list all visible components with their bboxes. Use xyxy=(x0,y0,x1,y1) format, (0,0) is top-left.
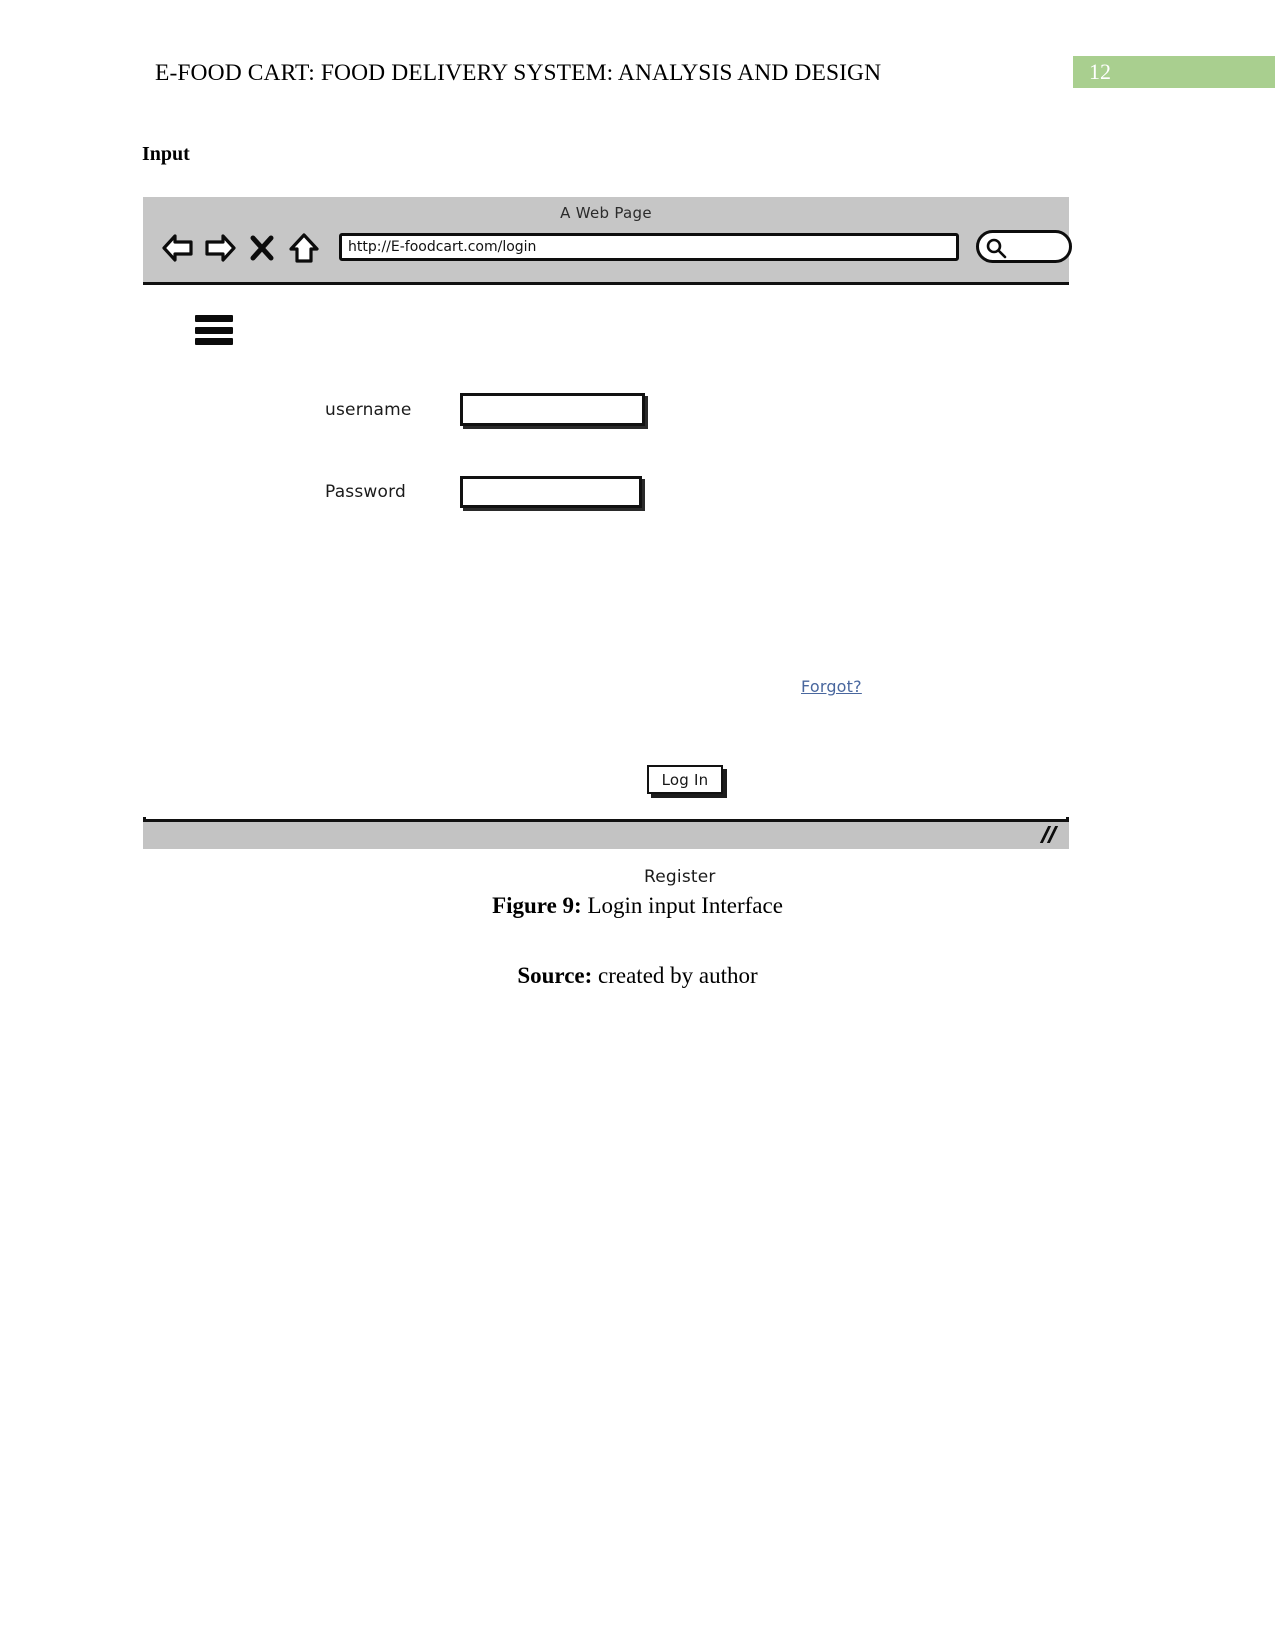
forward-arrow-icon[interactable] xyxy=(203,231,237,265)
page-number-badge: 12 xyxy=(1073,56,1275,88)
login-button[interactable]: Log In xyxy=(647,765,723,794)
close-x-icon[interactable] xyxy=(245,231,279,265)
magnifier-icon xyxy=(985,237,1007,264)
figure-caption-prefix: Figure 9: xyxy=(492,893,582,918)
password-input[interactable] xyxy=(460,476,642,508)
back-arrow-icon[interactable] xyxy=(161,231,195,265)
document-header: E-FOOD CART: FOOD DELIVERY SYSTEM: ANALY… xyxy=(0,0,1275,120)
register-link[interactable]: Register xyxy=(644,867,716,887)
browser-window-title: A Web Page xyxy=(560,204,652,222)
hamburger-bar xyxy=(195,315,233,322)
hamburger-bar xyxy=(195,326,233,334)
hamburger-bar xyxy=(195,338,233,345)
source-caption-prefix: Source: xyxy=(517,963,593,988)
browser-nav-icons xyxy=(161,231,321,265)
login-wireframe-mockup: A Web Page http://E-foodcart.com/login u… xyxy=(143,197,1072,887)
running-head: E-FOOD CART: FOOD DELIVERY SYSTEM: ANALY… xyxy=(155,60,882,86)
figure-caption: Figure 9: Login input Interface xyxy=(0,893,1275,919)
address-bar-value: http://E-foodcart.com/login xyxy=(348,239,537,255)
source-caption-text: created by author xyxy=(592,963,758,988)
resize-grip-icon[interactable] xyxy=(1039,826,1059,844)
forgot-password-link[interactable]: Forgot? xyxy=(801,677,862,696)
source-caption: Source: created by author xyxy=(0,963,1275,989)
browser-chrome: A Web Page http://E-foodcart.com/login xyxy=(143,197,1072,285)
password-field-row: Password xyxy=(325,476,642,508)
browser-viewport xyxy=(143,285,1069,817)
figure-caption-text: Login input Interface xyxy=(581,893,783,918)
browser-search-box[interactable] xyxy=(976,230,1072,263)
page-number: 12 xyxy=(1089,59,1111,84)
browser-status-bar xyxy=(143,819,1069,849)
password-label: Password xyxy=(325,482,407,502)
address-bar[interactable]: http://E-foodcart.com/login xyxy=(339,233,959,261)
home-icon[interactable] xyxy=(287,231,321,265)
hamburger-menu-icon[interactable] xyxy=(195,315,233,345)
username-input[interactable] xyxy=(460,393,645,426)
section-heading: Input xyxy=(142,143,190,165)
username-label: username xyxy=(325,399,412,420)
username-field-row: username xyxy=(325,393,645,426)
